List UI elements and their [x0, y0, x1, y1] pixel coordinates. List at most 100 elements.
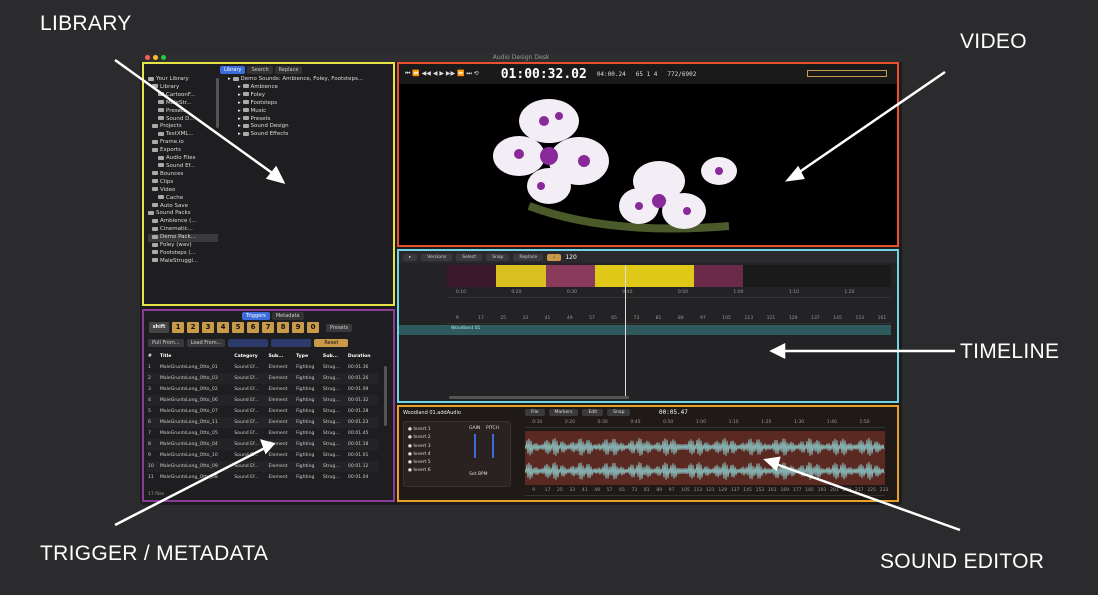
editor-menu[interactable]: File — [525, 409, 545, 416]
pitch-slider[interactable] — [492, 434, 494, 458]
tree-item[interactable]: Ambience (... — [148, 218, 218, 226]
bpm-value[interactable]: 120 — [565, 254, 576, 261]
column-header[interactable]: Duration — [346, 351, 378, 362]
shift-key[interactable]: shift — [149, 322, 169, 333]
trigger-key[interactable]: 0 — [307, 322, 319, 333]
column-header[interactable]: Type — [294, 351, 321, 362]
editor-menu[interactable]: Snap — [607, 409, 631, 416]
transport-controls[interactable]: ⏮ ⏪ ◀◀ ◀ ▶ ▶▶ ⏩ ⏭ ⟲ — [405, 70, 479, 78]
tree-item[interactable]: ▸ Presets — [228, 116, 363, 124]
insert-slot[interactable]: ● Insert 3 — [408, 443, 431, 451]
table-row[interactable]: 7 MaleGruntsLong_Otto_05 Sound Ef... Elemen… — [146, 428, 378, 439]
minimize-icon[interactable] — [153, 55, 158, 60]
presets-dropdown[interactable]: Presets — [326, 323, 353, 332]
bpm-toggle[interactable]: ♩ — [547, 253, 562, 261]
column-header[interactable]: # — [146, 351, 158, 362]
tree-item[interactable]: Sound Ef... — [148, 163, 218, 171]
tree-item[interactable]: ▸ Sound Effects — [228, 131, 363, 139]
editor-menu[interactable]: Edit — [582, 409, 604, 416]
table-row[interactable]: 8 MaleGruntsLong_Otto_04 Sound Ef... Elemen… — [146, 439, 378, 450]
tree-item[interactable]: ▸ Music — [228, 108, 363, 116]
timeline-ruler[interactable]: 0:10 0:20 0:30 0:40 0:50 1:00 1:10 1:20 — [447, 289, 891, 298]
tree-item[interactable]: Demo Pack... — [148, 234, 218, 243]
tab-replace[interactable]: Replace — [274, 66, 303, 74]
tree-item[interactable]: MaleStruggl... — [148, 258, 218, 266]
tree-item[interactable]: TestXML... — [148, 131, 218, 139]
snap-dropdown[interactable]: Snap — [486, 253, 510, 261]
tree-item[interactable]: Foley (wav) — [148, 242, 218, 250]
close-icon[interactable] — [145, 55, 150, 60]
tree-item[interactable]: ▸ Ambience — [228, 84, 363, 92]
insert-slot[interactable]: ● Insert 4 — [408, 451, 431, 459]
tree-item[interactable]: Cache — [148, 195, 218, 203]
gain-slider[interactable] — [474, 434, 476, 458]
trigger-key[interactable]: 2 — [187, 322, 199, 333]
playhead[interactable] — [625, 265, 626, 397]
trigger-key[interactable]: 9 — [292, 322, 304, 333]
table-row[interactable]: 2 MaleGruntsLong_Otto_03 Sound Ef... Elemen… — [146, 373, 378, 384]
trigger-key[interactable]: 5 — [232, 322, 244, 333]
tab-library[interactable]: Library — [220, 66, 246, 74]
tree-item[interactable]: Exports — [148, 147, 218, 155]
table-row[interactable]: 10 MaleGruntsLong_Otto_09 Sound Ef... Eleme… — [146, 461, 378, 472]
tree-item[interactable]: Library — [148, 84, 218, 92]
editor-bar-ruler[interactable]: 9 17 25 33 41 49 57 65 73 81 89 97 105 113 121 129 137 14… — [525, 487, 888, 496]
tree-item[interactable]: Footsteps (... — [148, 250, 218, 258]
tree-item[interactable]: Frame.io — [148, 139, 218, 147]
editor-menu[interactable]: Markers — [548, 409, 579, 416]
column-header[interactable]: Title — [158, 351, 232, 362]
tree-item[interactable]: ▸ Demo Sounds: Ambience, Foley, Footstep… — [228, 76, 363, 84]
table-row[interactable]: 1 MaleGruntsLong_Otto_01 Sound Ef... Elemen… — [146, 362, 378, 373]
tree-item[interactable]: MaleStr... — [148, 100, 218, 108]
tree-item[interactable]: Bounces — [148, 171, 218, 179]
editor-waveform[interactable] — [525, 431, 885, 485]
tree-item[interactable]: Sound D... — [148, 116, 218, 124]
versions-dropdown[interactable]: Versions — [421, 253, 453, 261]
table-row[interactable]: 9 MaleGruntsLong_Otto_10 Sound Ef... Elemen… — [146, 450, 378, 461]
timeline-bar-ruler[interactable]: 9 17 25 33 41 49 57 65 73 81 89 97 105 113 121 129 137 14… — [447, 315, 891, 324]
tree-item[interactable]: Sound Packs — [148, 210, 218, 218]
tree-item[interactable]: ▸ Sound Design — [228, 123, 363, 131]
tree-item[interactable]: ▸ Footsteps — [228, 100, 363, 108]
pull-from-dropdown[interactable]: Pull From... — [148, 339, 184, 347]
insert-slot[interactable]: ● Insert 1 — [408, 426, 431, 434]
video-thumbnail-strip[interactable] — [447, 265, 891, 287]
tree-item[interactable]: Cinematic... — [148, 226, 218, 234]
tree-item[interactable]: Video — [148, 187, 218, 195]
insert-slot[interactable]: ● Insert 5 — [408, 459, 431, 467]
table-row[interactable]: 5 MaleGruntsLong_Otto_07 Sound Ef... Elemen… — [146, 406, 378, 417]
tree-item[interactable]: ▸ Foley — [228, 92, 363, 100]
filter-select-1[interactable] — [228, 339, 269, 347]
set-bpm-button[interactable]: Set BPM — [469, 472, 488, 477]
column-header[interactable]: Category — [232, 351, 266, 362]
trigger-key[interactable]: 6 — [247, 322, 259, 333]
table-row[interactable]: 4 MaleGruntsLong_Otto_06 Sound Ef... Elemen… — [146, 395, 378, 406]
tree-item[interactable]: Presets — [148, 108, 218, 116]
select-dropdown[interactable]: Select — [456, 253, 483, 261]
tree-item[interactable]: Projects — [148, 123, 218, 131]
tree-item[interactable]: Audio Files — [148, 155, 218, 163]
table-row[interactable]: 6 MaleGruntsLong_Otto_11 Sound Ef... Elemen… — [146, 417, 378, 428]
insert-slot[interactable]: ● Insert 2 — [408, 434, 431, 442]
reset-button[interactable]: Reset — [314, 339, 349, 347]
filter-select-2[interactable] — [271, 339, 312, 347]
tab-metadata[interactable]: Metadata — [271, 312, 304, 320]
tree-item[interactable]: CartoonF... — [148, 92, 218, 100]
tree-item[interactable]: Your Library — [148, 76, 218, 84]
pointer-tool[interactable]: ▸ — [403, 253, 418, 261]
editor-ruler[interactable]: 0:10 0:20 0:30 0:40 0:50 1:00 1:10 1:20 1:30 1:40… — [525, 419, 885, 428]
tab-triggers[interactable]: Triggers — [242, 312, 270, 320]
volume-slider[interactable] — [807, 70, 887, 77]
trigger-key[interactable]: 7 — [262, 322, 274, 333]
trigger-key[interactable]: 4 — [217, 322, 229, 333]
trigger-key[interactable]: 8 — [277, 322, 289, 333]
trigger-key[interactable]: 3 — [202, 322, 214, 333]
replace-dropdown[interactable]: Replace — [513, 253, 544, 261]
table-row[interactable]: 3 MaleGruntsLong_Otto_02 Sound Ef... Elemen… — [146, 384, 378, 395]
tab-search[interactable]: Search — [247, 66, 273, 74]
left-scrollbar[interactable] — [216, 78, 219, 128]
timeline-scrollbar[interactable] — [449, 396, 629, 399]
tree-item[interactable]: Auto Save — [148, 203, 218, 211]
table-row[interactable]: 11 MaleGruntsLong_Otto_08 Sound Ef... Eleme… — [146, 472, 378, 483]
column-header[interactable]: Sub... — [266, 351, 294, 362]
